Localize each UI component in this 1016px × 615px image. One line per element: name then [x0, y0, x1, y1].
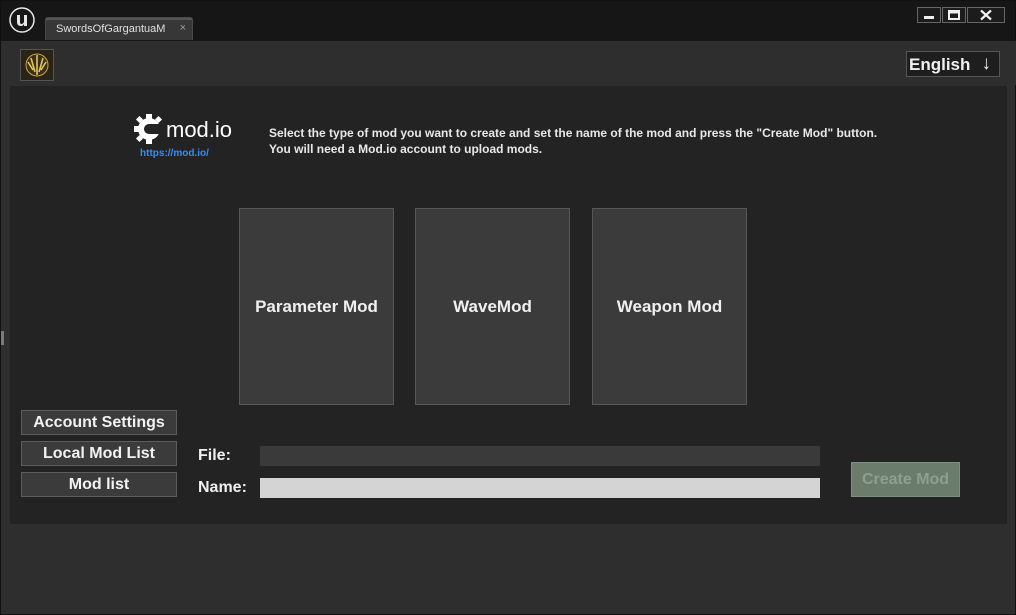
- instructions-line-2: You will need a Mod.io account to upload…: [269, 142, 543, 156]
- game-emblem-icon[interactable]: [20, 49, 54, 81]
- tab-close-icon[interactable]: ×: [180, 22, 186, 34]
- name-label: Name:: [198, 479, 247, 496]
- modio-logo-text: mod.io: [166, 117, 232, 142]
- maximize-icon: [948, 10, 960, 20]
- instructions-text: Select the type of mod you want to creat…: [269, 125, 949, 157]
- document-tab[interactable]: SwordsOfGargantuaM ×: [45, 17, 193, 40]
- name-field[interactable]: [260, 478, 820, 498]
- minimize-button[interactable]: [917, 7, 941, 23]
- parameter-mod-button[interactable]: Parameter Mod: [239, 208, 394, 405]
- language-dropdown[interactable]: English ↓: [906, 51, 1000, 77]
- modio-logo: mod.io: [134, 114, 232, 144]
- file-label: File:: [198, 447, 231, 464]
- unreal-engine-icon: [9, 7, 35, 33]
- mod-creator-panel: mod.io https://mod.io/ Select the type o…: [10, 86, 1007, 524]
- close-icon: [980, 9, 992, 21]
- app-window: SwordsOfGargantuaM × English ↓ mod.io ht…: [0, 0, 1016, 615]
- gear-icon: [134, 114, 163, 144]
- minimize-icon: [924, 16, 934, 19]
- modio-link[interactable]: https://mod.io/: [140, 148, 209, 159]
- left-edge-handle: [1, 331, 4, 345]
- tab-label: SwordsOfGargantuaM: [56, 23, 166, 35]
- language-value: English: [909, 55, 971, 74]
- mod-list-button[interactable]: Mod list: [21, 472, 177, 497]
- file-field[interactable]: [260, 446, 820, 466]
- title-bar: SwordsOfGargantuaM ×: [1, 1, 1015, 41]
- wave-mod-button[interactable]: WaveMod: [415, 208, 570, 405]
- weapon-mod-button[interactable]: Weapon Mod: [592, 208, 747, 405]
- emblem-graphic: [25, 53, 49, 77]
- local-mod-list-button[interactable]: Local Mod List: [21, 441, 177, 466]
- arrow-down-icon: ↓: [981, 53, 992, 74]
- maximize-button[interactable]: [942, 7, 966, 23]
- toolbar: English ↓: [2, 41, 1016, 85]
- instructions-line-1: Select the type of mod you want to creat…: [269, 126, 878, 140]
- create-mod-button[interactable]: Create Mod: [851, 462, 960, 497]
- close-button[interactable]: [967, 7, 1005, 23]
- account-settings-button[interactable]: Account Settings: [21, 410, 177, 435]
- tab-accent: [46, 18, 192, 20]
